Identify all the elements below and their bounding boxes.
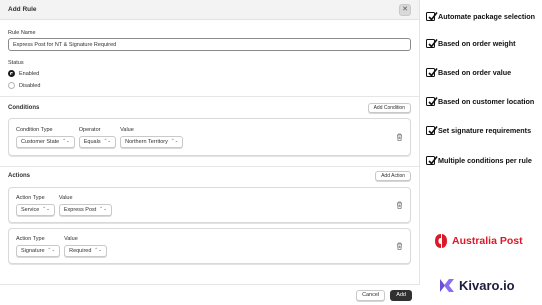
screen: Add Rule ✕ Rule Name Express Post for NT… — [0, 0, 542, 305]
rule-name-label: Rule Name — [8, 30, 36, 36]
australia-post-name: Australia Post — [452, 235, 523, 247]
status-option-enabled[interactable]: Enabled — [8, 70, 411, 77]
status-enabled-label: Enabled — [19, 70, 40, 77]
modal-header: Add Rule ✕ — [0, 0, 419, 20]
condition-card: Condition Type Customer State ⌃⌄ Operato… — [8, 118, 411, 156]
feature-item: Multiple conditions per rule — [426, 156, 532, 165]
action-value-field: Value Express Post ⌃⌄ — [58, 194, 112, 216]
trash-icon[interactable] — [395, 242, 403, 250]
modal-footer: Cancel Add — [0, 284, 420, 305]
kivaro-icon — [440, 279, 454, 292]
feature-item: Automate package selection — [426, 12, 535, 21]
divider — [0, 96, 419, 97]
status-option-disabled[interactable]: Disabled — [8, 82, 411, 89]
feature-item: Set signature requirements — [426, 126, 531, 135]
operator-field: Operator Equals ⌃⌄ — [78, 126, 117, 148]
modal-title: Add Rule — [8, 6, 37, 13]
conditions-header: Conditions Add Condition — [8, 102, 411, 114]
action-type-field: Action Type Service ⌃⌄ — [16, 195, 55, 216]
condition-type-select[interactable]: Customer State ⌃⌄ — [16, 135, 75, 148]
feature-label: Based on customer location — [438, 97, 535, 106]
condition-type-value: Customer State — [21, 138, 60, 145]
rule-name-input[interactable]: Express Post for NT & Signature Required — [8, 38, 411, 51]
action-type-select[interactable]: Service ⌃⌄ — [16, 203, 55, 216]
action-type-value: Signature — [21, 247, 45, 254]
add-condition-button[interactable]: Add Condition — [367, 103, 411, 113]
kivaro-logo: Kivaro.io — [440, 278, 515, 293]
actions-header: Actions Add Action — [8, 170, 411, 182]
action-card: Action Type Service ⌃⌄ Value Express Pos… — [8, 187, 411, 223]
checkbox-checked-icon — [426, 97, 438, 106]
operator-select[interactable]: Equals ⌃⌄ — [78, 135, 117, 148]
chevron-up-down-icon: ⌃⌄ — [94, 247, 102, 253]
condition-value: Northern Territory — [125, 138, 168, 145]
action-type-label: Action Type — [16, 194, 45, 201]
operator-label: Operator — [78, 126, 101, 133]
feature-label: Set signature requirements — [438, 126, 532, 135]
operator-value: Equals — [83, 138, 101, 145]
close-button[interactable]: ✕ — [399, 3, 411, 16]
add-action-button[interactable]: Add Action — [375, 171, 411, 181]
action-type-label: Action Type — [16, 235, 45, 242]
action-value-label: Value — [58, 194, 73, 201]
action-type-field: Action Type Signature ⌃⌄ — [16, 235, 61, 257]
feature-label: Automate package selection — [438, 12, 536, 21]
status-disabled-label: Disabled — [19, 82, 41, 89]
feature-label: Based on order weight — [438, 39, 516, 48]
feature-label: Multiple conditions per rule — [438, 156, 532, 165]
condition-fields: Condition Type Customer State ⌃⌄ Operato… — [16, 126, 184, 148]
action-value-label: Value — [64, 235, 78, 242]
cancel-button[interactable]: Cancel — [356, 289, 386, 301]
feature-item: Based on order value — [426, 68, 511, 77]
feature-item: Based on order weight — [426, 39, 515, 48]
condition-value-select[interactable]: Northern Territory ⌃⌄ — [120, 135, 184, 148]
action-value: Express Post — [63, 206, 97, 213]
checkbox-checked-icon — [426, 12, 438, 21]
chevron-up-down-icon: ⌃⌄ — [170, 138, 179, 144]
actions-title: Actions — [8, 173, 31, 179]
action-value-select[interactable]: Express Post ⌃⌄ — [58, 203, 112, 216]
radio-enabled[interactable] — [8, 70, 15, 77]
conditions-title: Conditions — [8, 105, 40, 111]
chevron-up-down-icon: ⌃⌄ — [42, 206, 50, 212]
checkbox-checked-icon — [426, 156, 438, 165]
australia-post-icon — [435, 234, 447, 248]
australia-post-logo: Australia Post — [434, 233, 523, 249]
checkbox-checked-icon — [426, 68, 438, 77]
trash-icon[interactable] — [395, 133, 403, 141]
kivaro-name: Kivaro.io — [459, 278, 515, 293]
action-type-select[interactable]: Signature ⌃⌄ — [16, 244, 61, 257]
checkbox-checked-icon — [426, 39, 438, 48]
chevron-up-down-icon: ⌃⌄ — [47, 247, 56, 253]
trash-icon[interactable] — [395, 201, 403, 209]
action-card: Action Type Signature ⌃⌄ Value Required … — [8, 228, 411, 264]
add-rule-modal: Add Rule ✕ Rule Name Express Post for NT… — [0, 0, 420, 305]
action-fields: Action Type Signature ⌃⌄ Value Required … — [16, 236, 107, 257]
divider — [0, 166, 419, 167]
condition-type-field: Condition Type Customer State ⌃⌄ — [16, 127, 75, 148]
feature-label: Based on order value — [438, 68, 512, 77]
radio-disabled[interactable] — [8, 82, 15, 89]
chevron-up-down-icon: ⌃⌄ — [62, 138, 70, 144]
add-button[interactable]: Add — [390, 289, 412, 301]
condition-value-field: Value Northern Territory ⌃⌄ — [120, 126, 184, 148]
condition-type-label: Condition Type — [16, 126, 53, 133]
action-type-value: Service — [21, 206, 40, 213]
status-label: Status — [8, 60, 24, 66]
chevron-up-down-icon: ⌃⌄ — [103, 138, 112, 144]
action-value-select[interactable]: Required ⌃⌄ — [64, 244, 107, 257]
action-fields: Action Type Service ⌃⌄ Value Express Pos… — [16, 195, 112, 216]
action-value: Required — [69, 247, 92, 254]
feature-item: Based on customer location — [426, 97, 534, 106]
chevron-up-down-icon: ⌃⌄ — [99, 206, 107, 212]
checkbox-checked-icon — [426, 126, 438, 135]
condition-value-label: Value — [120, 126, 134, 133]
action-value-field: Value Required ⌃⌄ — [64, 236, 107, 257]
modal-body: Rule Name Express Post for NT & Signatur… — [0, 20, 419, 264]
